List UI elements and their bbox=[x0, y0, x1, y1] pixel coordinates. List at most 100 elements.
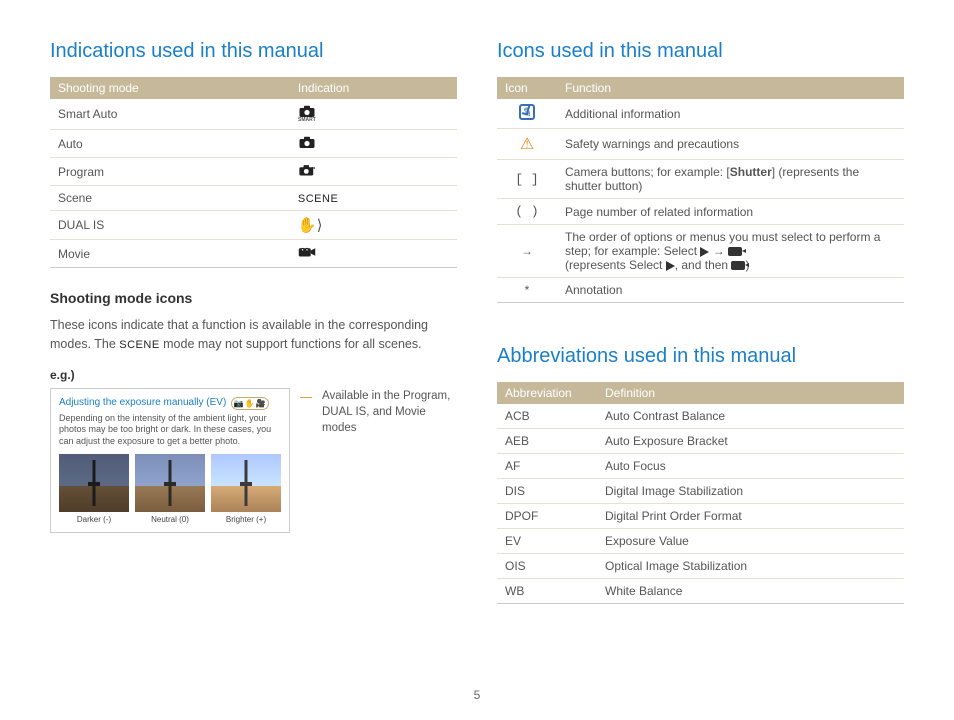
mode-name: Movie bbox=[50, 240, 290, 268]
movie-icon bbox=[298, 245, 316, 259]
smart-auto-icon: SMART bbox=[298, 104, 316, 123]
mode-name: Program bbox=[50, 158, 290, 186]
example-thumbs: Darker (-) Neutral (0) Brighter (+) bbox=[59, 454, 281, 524]
icon-symbol: ⚠ bbox=[497, 129, 557, 160]
table-row: ( ) Page number of related information bbox=[497, 199, 904, 225]
mode-icon-cell: SCENE bbox=[290, 186, 457, 211]
smart-label: SMART bbox=[298, 117, 316, 123]
icon-symbol bbox=[497, 99, 557, 129]
col-definition: Definition bbox=[597, 382, 904, 404]
arrow-mid: → bbox=[709, 244, 728, 258]
mode-icon-cell: SMART bbox=[290, 99, 457, 130]
table-row: Scene SCENE bbox=[50, 186, 457, 211]
table-row: → The order of options or menus you must… bbox=[497, 225, 904, 278]
def: Optical Image Stabilization bbox=[597, 554, 904, 579]
col-function: Function bbox=[557, 77, 904, 99]
def: White Balance bbox=[597, 579, 904, 604]
page-columns: Indications used in this manual Shooting… bbox=[50, 40, 904, 604]
table-row: [ ] Camera buttons; for example: [Shutte… bbox=[497, 160, 904, 199]
shooting-mode-table: Shooting mode Indication Smart Auto SMAR… bbox=[50, 77, 457, 268]
func-post2: (represents Select bbox=[565, 258, 666, 272]
auto-camera-icon bbox=[298, 135, 316, 149]
def: Auto Focus bbox=[597, 454, 904, 479]
table-row: WBWhite Balance bbox=[497, 579, 904, 604]
icons-table: Icon Function Additional information ⚠ S… bbox=[497, 77, 904, 303]
mode-icon-cell bbox=[290, 130, 457, 158]
warning-icon: ⚠ bbox=[520, 136, 534, 153]
icon-function: Page number of related information bbox=[557, 199, 904, 225]
dual-is-icon: ✋⟩ bbox=[298, 217, 323, 234]
mini-camera-icon bbox=[728, 247, 742, 256]
icon-function: Safety warnings and precautions bbox=[557, 129, 904, 160]
table-row: Additional information bbox=[497, 99, 904, 129]
table-row: AEBAuto Exposure Bracket bbox=[497, 429, 904, 454]
desc-post: mode may not support functions for all s… bbox=[160, 337, 422, 351]
thumb-label: Brighter (+) bbox=[211, 515, 281, 524]
mode-name: Smart Auto bbox=[50, 99, 290, 130]
abbr: WB bbox=[497, 579, 597, 604]
table-row: * Annotation bbox=[497, 278, 904, 303]
mode-badge-group: 📷 ✋ 🎥 bbox=[231, 397, 269, 410]
shooting-mode-desc: These icons indicate that a function is … bbox=[50, 316, 457, 354]
page-number: 5 bbox=[474, 688, 481, 702]
col-icon: Icon bbox=[497, 77, 557, 99]
table-row: DISDigital Image Stabilization bbox=[497, 479, 904, 504]
abbr: DIS bbox=[497, 479, 597, 504]
table-row: Smart Auto SMART bbox=[50, 99, 457, 130]
def: Auto Contrast Balance bbox=[597, 404, 904, 429]
example-row: Adjusting the exposure manually (EV) 📷 ✋… bbox=[50, 388, 457, 533]
icon-function: Camera buttons; for example: [Shutter] (… bbox=[557, 160, 904, 199]
svg-text:P: P bbox=[312, 166, 316, 172]
shooting-mode-icons-subhead: Shooting mode icons bbox=[50, 290, 457, 306]
thumb-darker: Darker (-) bbox=[59, 454, 129, 524]
thumb-brighter: Brighter (+) bbox=[211, 454, 281, 524]
abbr: DPOF bbox=[497, 504, 597, 529]
badge-movie-icon: 🎥 bbox=[256, 399, 266, 408]
mini-camera-icon bbox=[731, 261, 745, 270]
icon-symbol: → bbox=[497, 225, 557, 278]
mode-name: Auto bbox=[50, 130, 290, 158]
badge-program-icon: 📷 bbox=[234, 399, 244, 408]
def: Digital Print Order Format bbox=[597, 504, 904, 529]
scene-inline-icon: SCENE bbox=[119, 337, 159, 354]
icon-function: Annotation bbox=[557, 278, 904, 303]
thumb-neutral: Neutral (0) bbox=[135, 454, 205, 524]
col-shooting-mode: Shooting mode bbox=[50, 77, 290, 99]
mode-icon-cell: P bbox=[290, 158, 457, 186]
left-column: Indications used in this manual Shooting… bbox=[50, 40, 457, 604]
table-row: EVExposure Value bbox=[497, 529, 904, 554]
thumb-image bbox=[59, 454, 129, 512]
eg-label: e.g.) bbox=[50, 368, 457, 382]
icon-symbol: ( ) bbox=[497, 199, 557, 225]
def: Auto Exposure Bracket bbox=[597, 429, 904, 454]
info-icon bbox=[519, 104, 535, 120]
thumb-label: Darker (-) bbox=[59, 515, 129, 524]
icon-symbol: * bbox=[497, 278, 557, 303]
thumb-label: Neutral (0) bbox=[135, 515, 205, 524]
table-row: DUAL IS ✋⟩ bbox=[50, 211, 457, 240]
play-arrow-icon bbox=[666, 261, 675, 271]
abbr: AF bbox=[497, 454, 597, 479]
example-caption: Available in the Program, DUAL IS, and M… bbox=[322, 388, 457, 436]
example-box: Adjusting the exposure manually (EV) 📷 ✋… bbox=[50, 388, 290, 533]
col-indication: Indication bbox=[290, 77, 457, 99]
table-row: OISOptical Image Stabilization bbox=[497, 554, 904, 579]
example-title: Adjusting the exposure manually (EV) bbox=[59, 397, 226, 408]
icon-function: Additional information bbox=[557, 99, 904, 129]
thumb-image bbox=[135, 454, 205, 512]
table-row: DPOFDigital Print Order Format bbox=[497, 504, 904, 529]
example-desc: Depending on the intensity of the ambien… bbox=[59, 413, 281, 448]
def: Digital Image Stabilization bbox=[597, 479, 904, 504]
abbr: ACB bbox=[497, 404, 597, 429]
icons-heading: Icons used in this manual bbox=[497, 40, 904, 63]
mode-icon-cell bbox=[290, 240, 457, 268]
scene-icon: SCENE bbox=[298, 193, 338, 205]
badge-dualis-icon: ✋ bbox=[245, 399, 255, 408]
func-post3: , and then bbox=[675, 258, 732, 272]
def: Exposure Value bbox=[597, 529, 904, 554]
mode-name: DUAL IS bbox=[50, 211, 290, 240]
thumb-image bbox=[211, 454, 281, 512]
table-row: Auto bbox=[50, 130, 457, 158]
right-column: Icons used in this manual Icon Function … bbox=[497, 40, 904, 604]
col-abbreviation: Abbreviation bbox=[497, 382, 597, 404]
